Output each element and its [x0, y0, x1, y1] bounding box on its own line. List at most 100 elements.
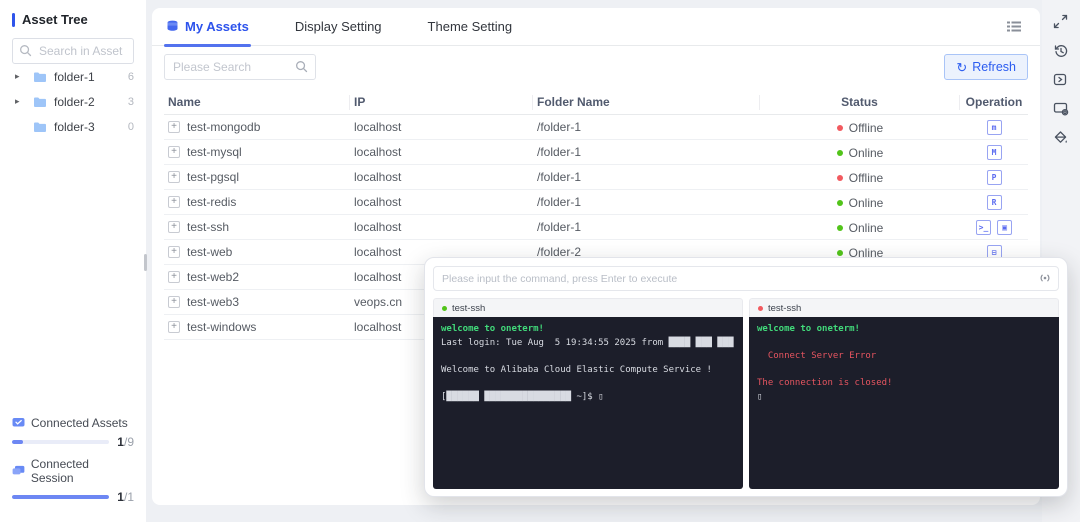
folder-tree: ▸ folder-1 6 ▸ folder-2 3 folder-3 0	[0, 64, 146, 139]
error-dot	[758, 306, 763, 311]
tab-label: Theme Setting	[428, 19, 513, 34]
table-row: +test-redis localhost /folder-1 Online R	[164, 190, 1028, 215]
tree-item-folder-2[interactable]: ▸ folder-2 3	[0, 89, 146, 114]
stat-value: 1/1	[117, 490, 134, 504]
fullscreen-icon[interactable]	[1053, 14, 1069, 30]
expand-row-icon[interactable]: +	[168, 271, 180, 283]
connection-stats: Connected Assets 1/9 Connected Session 1…	[12, 416, 134, 512]
session-history-icon[interactable]	[1053, 43, 1069, 59]
asset-folder: /folder-1	[533, 145, 760, 159]
folder-icon	[33, 96, 47, 108]
table-search-input[interactable]	[164, 54, 316, 80]
terminal-line: welcome to oneterm!	[441, 323, 735, 337]
terminal-screen[interactable]: welcome to oneterm! Last login: Tue Aug …	[433, 317, 743, 489]
tree-item-folder-3[interactable]: folder-3 0	[0, 114, 146, 139]
progress-fill	[12, 495, 109, 499]
terminal-line	[441, 350, 735, 364]
online-dot	[837, 250, 843, 256]
caret-right-icon[interactable]: ▸	[15, 96, 25, 107]
caret-right-icon[interactable]: ▸	[15, 71, 25, 82]
asset-ip: localhost	[350, 120, 533, 134]
connected-session-progress: 1/1	[12, 490, 134, 504]
progress-track	[12, 495, 109, 499]
folder-label[interactable]: folder-1	[54, 70, 95, 84]
terminal-line: Last login: Tue Aug 5 19:34:55 2025 from…	[441, 337, 735, 351]
tab-display-setting[interactable]: Display Setting	[295, 8, 382, 46]
terminal-line	[757, 364, 1051, 378]
sidebar-title: Asset Tree	[12, 12, 146, 27]
asset-name: test-ssh	[187, 220, 229, 234]
folder-icon	[33, 121, 47, 133]
expand-row-icon[interactable]: +	[168, 296, 180, 308]
folder-label[interactable]: folder-3	[54, 120, 95, 134]
table-header: Name IP Folder Name Status Operation	[164, 90, 1028, 115]
terminal-line	[441, 377, 735, 391]
terminal-pane-1: test-ssh welcome to oneterm! Last login:…	[433, 298, 743, 489]
table-toolbar: ↻ Refresh	[164, 54, 1028, 82]
column-header-name: Name	[164, 95, 350, 110]
mongodb-op-icon[interactable]: m	[987, 120, 1002, 135]
offline-dot	[837, 175, 843, 181]
terminal-panes: test-ssh welcome to oneterm! Last login:…	[433, 298, 1059, 489]
asset-ip: localhost	[350, 220, 533, 234]
expand-row-icon[interactable]: +	[168, 246, 180, 258]
new-window-icon[interactable]	[1053, 72, 1069, 88]
expand-row-icon[interactable]: +	[168, 146, 180, 158]
online-dot	[837, 225, 843, 231]
expand-row-icon[interactable]: +	[168, 196, 180, 208]
progress-fill	[12, 440, 23, 444]
asset-name: test-redis	[187, 195, 236, 209]
database-icon	[166, 20, 179, 33]
table-row: +test-mongodb localhost /folder-1 Offlin…	[164, 115, 1028, 140]
telnet-op-icon[interactable]: ▣	[997, 220, 1012, 235]
expand-row-icon[interactable]: +	[168, 321, 180, 333]
terminal-title: test-ssh	[768, 303, 801, 314]
column-header-folder: Folder Name	[533, 95, 760, 110]
refresh-label: Refresh	[972, 60, 1016, 74]
title-accent-bar	[12, 13, 15, 27]
terminal-screen[interactable]: welcome to oneterm! Connect Server Error…	[749, 317, 1059, 489]
expand-row-icon[interactable]: +	[168, 221, 180, 233]
expand-row-icon[interactable]: +	[168, 121, 180, 133]
connected-assets-icon	[12, 417, 25, 429]
status-badge: Offline	[837, 121, 883, 135]
terminal-pane-header[interactable]: test-ssh	[433, 298, 743, 317]
refresh-button[interactable]: ↻ Refresh	[944, 54, 1028, 80]
connected-assets-label: Connected Assets	[12, 416, 134, 430]
sidebar-resize-handle[interactable]	[144, 254, 147, 271]
oneterm-workspace: Asset Tree ▸ folder-1 6 ▸ folder-2 3	[0, 0, 1080, 522]
recent-list-icon[interactable]	[1006, 19, 1022, 34]
tree-item-folder-1[interactable]: ▸ folder-1 6	[0, 64, 146, 89]
display-settings-icon[interactable]	[1053, 101, 1069, 117]
expand-row-icon[interactable]: +	[168, 171, 180, 183]
folder-icon	[33, 71, 47, 83]
theme-bucket-icon[interactable]	[1053, 130, 1069, 146]
status-badge: Online	[837, 196, 884, 210]
asset-ip: localhost	[350, 195, 533, 209]
stat-label-text: Connected Assets	[31, 416, 128, 430]
terminal-line: Welcome to Alibaba Cloud Elastic Compute…	[441, 364, 735, 378]
asset-table-search	[164, 54, 316, 80]
progress-track	[12, 440, 109, 444]
broadcast-icon[interactable]	[1038, 271, 1052, 285]
column-header-status: Status	[760, 95, 960, 110]
terminal-op-icon[interactable]: >_	[976, 220, 991, 235]
command-input[interactable]	[433, 266, 1059, 291]
redis-op-icon[interactable]: R	[987, 195, 1002, 210]
tab-theme-setting[interactable]: Theme Setting	[428, 8, 513, 46]
connected-session-icon	[12, 465, 25, 477]
asset-folder: /folder-1	[533, 120, 760, 134]
pgsql-op-icon[interactable]: P	[987, 170, 1002, 185]
folder-label[interactable]: folder-2	[54, 95, 95, 109]
terminal-pane-header[interactable]: test-ssh	[749, 298, 1059, 317]
asset-name: test-mysql	[187, 145, 242, 159]
asset-name: test-pgsql	[187, 170, 239, 184]
broadcast-command-bar	[433, 266, 1059, 291]
table-row: +test-ssh localhost /folder-1 Online >_▣	[164, 215, 1028, 240]
terminal-title: test-ssh	[452, 303, 485, 314]
terminal-line: ▯	[757, 391, 1051, 405]
tab-my-assets[interactable]: My Assets	[166, 8, 249, 46]
column-header-operation: Operation	[960, 95, 1028, 110]
connected-assets-progress: 1/9	[12, 435, 134, 449]
mysql-op-icon[interactable]: M	[987, 145, 1002, 160]
